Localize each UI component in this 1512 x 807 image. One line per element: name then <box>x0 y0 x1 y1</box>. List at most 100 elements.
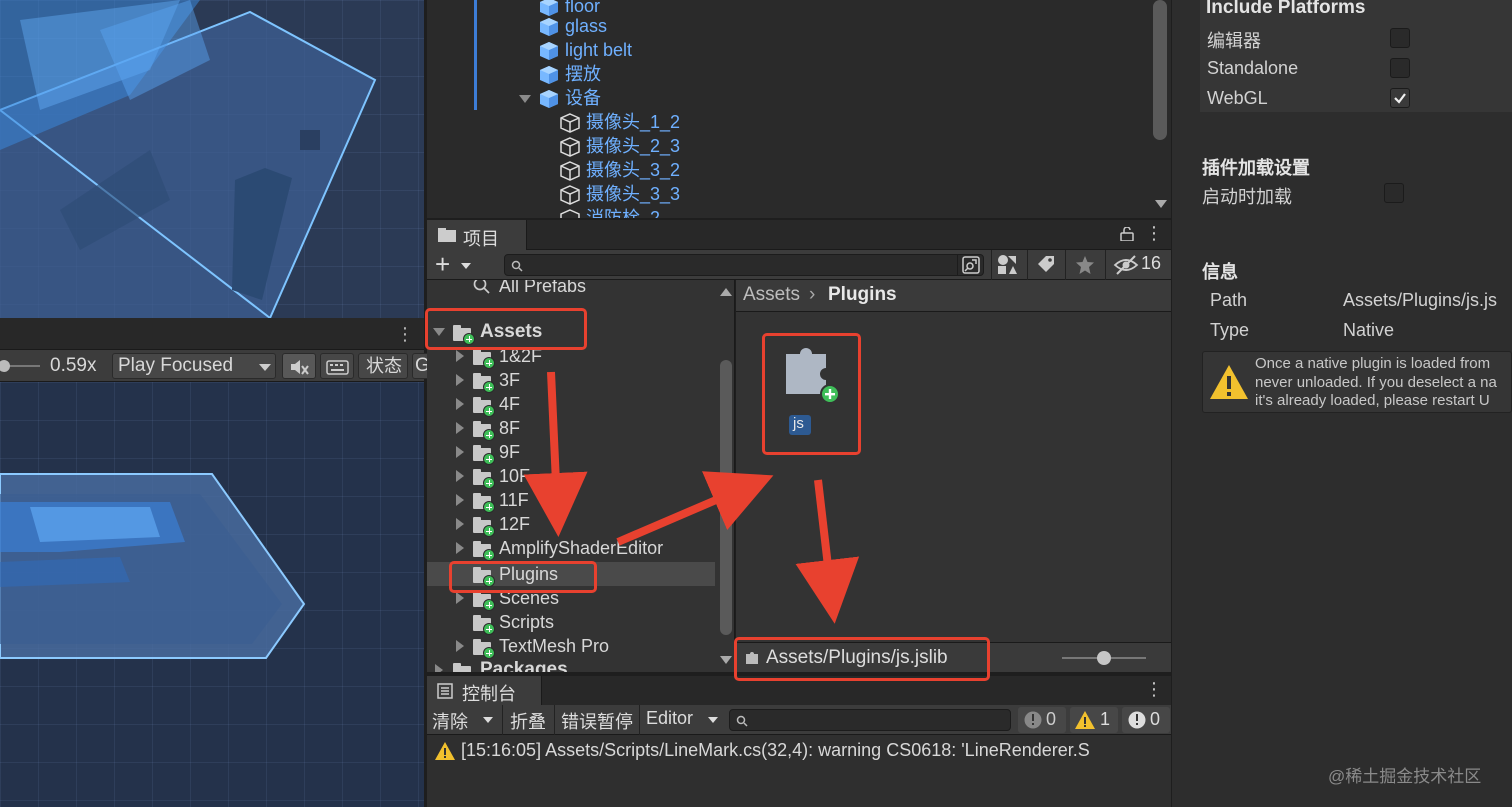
hierarchy-item[interactable]: 摄像头_3_3 <box>560 182 680 206</box>
folder-icon <box>438 228 456 242</box>
warning-filter-toggle[interactable]: 1 <box>1070 707 1118 733</box>
info-count: 0 <box>1046 709 1057 729</box>
scroll-up-icon[interactable] <box>720 288 732 296</box>
hidden-packages-toggle[interactable]: 16 <box>1111 250 1171 280</box>
info-filter-toggle[interactable]: 0 <box>1018 707 1066 733</box>
console-log-entry[interactable]: [15:16:05] Assets/Scripts/LineMark.cs(32… <box>427 735 1171 767</box>
more-options-icon[interactable]: ⋮ <box>1145 223 1163 244</box>
tree-item-folder[interactable]: 12F <box>427 512 715 537</box>
hierarchy-item[interactable]: 摄像头_1_2 <box>560 110 680 134</box>
error-filter-toggle[interactable]: 0 <box>1122 707 1170 733</box>
project-tabbar: ⋮ <box>427 220 1171 250</box>
scale-slider-handle[interactable] <box>0 360 10 372</box>
favorites-star-icon[interactable] <box>1074 254 1096 276</box>
tree-item-all-prefabs[interactable]: All Prefabs <box>427 280 715 298</box>
tree-item-folder[interactable]: TextMesh Pro <box>427 634 715 659</box>
hierarchy-scrollbar[interactable] <box>1153 0 1167 140</box>
tab-console[interactable]: 控制台 <box>427 676 542 706</box>
collapsed-arrow-icon[interactable] <box>456 640 464 652</box>
annotation-box-plugins <box>449 561 597 593</box>
tree-scrollbar[interactable] <box>720 360 732 635</box>
tree-item-folder[interactable]: 8F <box>427 416 715 441</box>
tree-item-packages[interactable]: Packages <box>427 658 715 672</box>
collapsed-arrow-icon[interactable] <box>456 350 464 362</box>
building-game-render <box>0 473 306 659</box>
collapsed-arrow-icon[interactable] <box>456 494 464 506</box>
collapsed-arrow-icon[interactable] <box>456 518 464 530</box>
breadcrumb-current[interactable]: Plugins <box>828 284 897 306</box>
collapsed-arrow-icon[interactable] <box>435 664 443 672</box>
clear-options-chevron-icon[interactable] <box>483 717 493 723</box>
platform-webgl-checkbox[interactable] <box>1390 88 1410 108</box>
collapsed-arrow-icon[interactable] <box>456 470 464 482</box>
error-pause-toggle[interactable]: 错误暂停 <box>561 708 633 734</box>
prefab-cube-icon <box>540 66 558 85</box>
tree-item-label: 11F <box>499 490 529 510</box>
folder-icon <box>473 373 495 393</box>
hierarchy-item-label: 消防栓_2 <box>586 208 661 218</box>
hierarchy-item[interactable]: 摆放 <box>539 62 601 86</box>
platform-standalone-checkbox[interactable] <box>1390 58 1410 78</box>
collapsed-arrow-icon[interactable] <box>456 542 464 554</box>
scroll-down-icon[interactable] <box>720 656 732 664</box>
hierarchy-item-label: 摆放 <box>565 64 601 84</box>
collapse-toggle[interactable]: 折叠 <box>510 708 546 734</box>
scene-view[interactable] <box>0 0 424 318</box>
hierarchy-item[interactable]: light belt <box>539 38 632 62</box>
platform-editor-checkbox[interactable] <box>1390 28 1410 48</box>
keyboard-icon <box>326 360 349 375</box>
collapsed-arrow-icon[interactable] <box>456 446 464 458</box>
chevron-down-icon <box>259 364 271 371</box>
hierarchy-item[interactable]: 消防栓_2 <box>560 206 660 218</box>
tree-item-folder[interactable]: 4F <box>427 392 715 417</box>
load-on-startup-checkbox[interactable] <box>1384 183 1404 203</box>
tree-item-folder[interactable]: 11F <box>427 488 715 513</box>
folder-icon <box>473 493 495 513</box>
folder-icon <box>473 349 495 369</box>
hierarchy-item[interactable]: glass <box>539 14 607 38</box>
search-by-type-button[interactable] <box>957 254 983 276</box>
tree-item-label: AmplifyShaderEditor <box>499 538 664 558</box>
hierarchy-item[interactable]: 摄像头_3_2 <box>560 158 680 182</box>
project-search-input[interactable] <box>504 254 984 276</box>
collapsed-arrow-icon[interactable] <box>456 592 464 604</box>
project-toolbar: + 16 <box>427 249 1171 280</box>
hierarchy-item[interactable]: 摄像头_2_3 <box>560 134 680 158</box>
tree-item-folder[interactable]: Scripts <box>427 610 715 635</box>
scroll-down-icon[interactable] <box>1155 200 1167 208</box>
annotation-box-assets <box>425 308 587 350</box>
filter-by-type-icon[interactable] <box>996 254 1018 276</box>
mute-audio-button[interactable] <box>282 353 316 379</box>
tree-item-folder[interactable]: 9F <box>427 440 715 465</box>
game-view[interactable] <box>0 382 424 807</box>
icon-size-slider-handle[interactable] <box>1097 651 1111 665</box>
expand-arrow-icon[interactable] <box>519 95 531 104</box>
tree-item-label: All Prefabs <box>499 280 587 296</box>
filter-by-label-icon[interactable] <box>1034 254 1056 276</box>
native-plugin-warning-box: Once a native plugin is loaded from neve… <box>1202 351 1512 413</box>
editor-dropdown[interactable]: Editor <box>646 708 693 729</box>
folder-icon <box>453 663 473 672</box>
prefab-cube-icon <box>540 90 558 109</box>
lock-icon[interactable] <box>1119 227 1135 241</box>
prefab-cube-icon <box>540 42 558 61</box>
clear-button[interactable]: 清除 <box>432 708 468 734</box>
collapsed-arrow-icon[interactable] <box>456 398 464 410</box>
tab-project[interactable]: 项目 <box>427 220 527 250</box>
collapsed-arrow-icon[interactable] <box>456 422 464 434</box>
more-options-icon[interactable]: ⋮ <box>396 324 414 345</box>
create-button[interactable]: + <box>433 249 477 279</box>
console-search-input[interactable] <box>729 709 1011 731</box>
more-options-icon[interactable]: ⋮ <box>1145 679 1163 700</box>
keyboard-shortcuts-button[interactable] <box>320 353 354 379</box>
tree-item-folder[interactable]: 10F <box>427 464 715 489</box>
breadcrumb-root[interactable]: Assets <box>743 284 800 306</box>
hierarchy-item-expanded[interactable]: 设备 <box>519 86 601 110</box>
tree-item-folder[interactable]: 3F <box>427 368 715 393</box>
annotation-box-js-asset <box>762 333 861 455</box>
collapsed-arrow-icon[interactable] <box>456 374 464 386</box>
play-mode-dropdown[interactable]: Play Focused <box>112 353 276 379</box>
tree-item-folder[interactable]: AmplifyShaderEditor <box>427 536 715 561</box>
stats-button[interactable]: 状态 <box>358 353 408 379</box>
inspector-panel: Include Platforms 编辑器 Standalone WebGL 插… <box>1172 0 1512 807</box>
